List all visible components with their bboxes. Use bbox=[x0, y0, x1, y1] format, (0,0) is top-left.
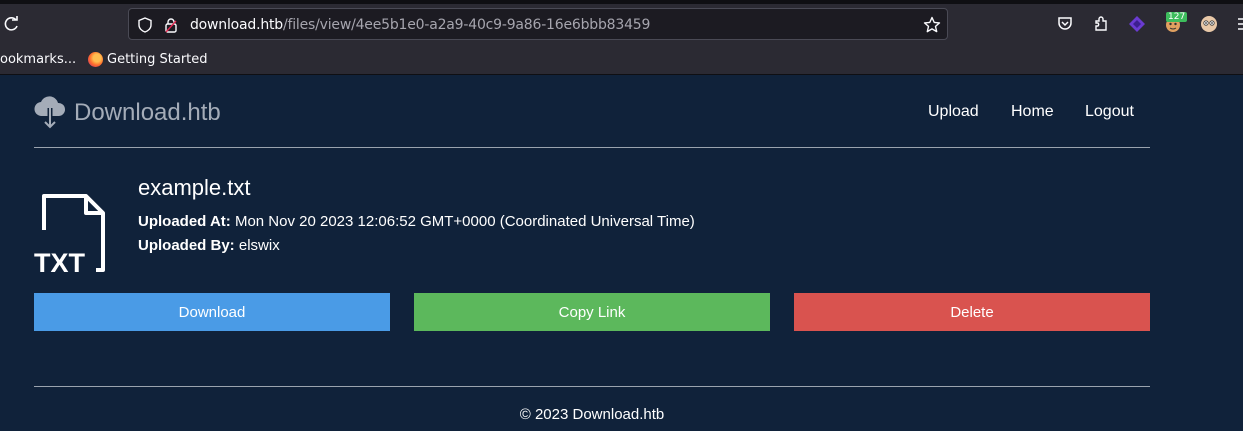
url-path: /files/view/4ee5b1e0-a2a9-40c9-9a86-16e6… bbox=[283, 17, 651, 33]
firefox-icon bbox=[88, 52, 103, 67]
bookmarks-bar: ookmarks... Getting Started bbox=[0, 44, 1243, 75]
nav-logout[interactable]: Logout bbox=[1085, 103, 1134, 121]
copy-link-button[interactable]: Copy Link bbox=[414, 293, 770, 331]
url-text[interactable]: download.htb/files/view/4ee5b1e0-a2a9-40… bbox=[190, 16, 650, 34]
bookmarks-folder[interactable]: ookmarks... bbox=[0, 52, 76, 67]
shield-icon[interactable] bbox=[137, 17, 153, 33]
bookmark-getting-started[interactable]: Getting Started bbox=[107, 52, 208, 67]
uploaded-by-label: Uploaded By: bbox=[138, 237, 235, 254]
pocket-icon[interactable] bbox=[1056, 15, 1074, 33]
menu-icon[interactable] bbox=[1236, 15, 1243, 33]
cloud-download-icon[interactable] bbox=[34, 96, 66, 130]
uploaded-at-value: Mon Nov 20 2023 12:06:52 GMT+0000 (Coord… bbox=[234, 213, 695, 230]
uploaded-by: Uploaded By: elswix bbox=[138, 237, 280, 254]
nav-upload[interactable]: Upload bbox=[928, 103, 979, 121]
uploaded-at-label: Uploaded At: bbox=[138, 213, 231, 230]
nav-home[interactable]: Home bbox=[1011, 103, 1054, 121]
delete-button[interactable]: Delete bbox=[794, 293, 1150, 331]
url-domain: download.htb bbox=[190, 17, 283, 33]
lock-icon[interactable] bbox=[163, 17, 179, 33]
header-divider bbox=[34, 147, 1150, 148]
extension-purple-icon[interactable] bbox=[1128, 15, 1146, 33]
reload-icon[interactable] bbox=[2, 15, 20, 33]
txt-file-label: TXT bbox=[34, 248, 86, 274]
uploaded-by-value: elswix bbox=[238, 237, 280, 254]
address-bar[interactable]: download.htb/files/view/4ee5b1e0-a2a9-40… bbox=[128, 8, 948, 40]
download-button[interactable]: Download bbox=[34, 293, 390, 331]
extensions-icon[interactable] bbox=[1092, 15, 1110, 33]
footer-divider bbox=[34, 386, 1150, 387]
bookmark-star-icon[interactable] bbox=[923, 16, 941, 34]
footer-copyright: © 2023 Download.htb bbox=[519, 406, 665, 423]
site-brand[interactable]: Download.htb bbox=[74, 99, 221, 127]
file-name: example.txt bbox=[138, 175, 251, 200]
uploaded-at: Uploaded At: Mon Nov 20 2023 12:06:52 GM… bbox=[138, 213, 695, 230]
extension-badge: 127 bbox=[1166, 12, 1188, 22]
browser-toolbar: download.htb/files/view/4ee5b1e0-a2a9-40… bbox=[0, 4, 1243, 44]
extension-face-icon[interactable] bbox=[1200, 15, 1218, 33]
txt-file-icon: TXT bbox=[34, 194, 105, 274]
